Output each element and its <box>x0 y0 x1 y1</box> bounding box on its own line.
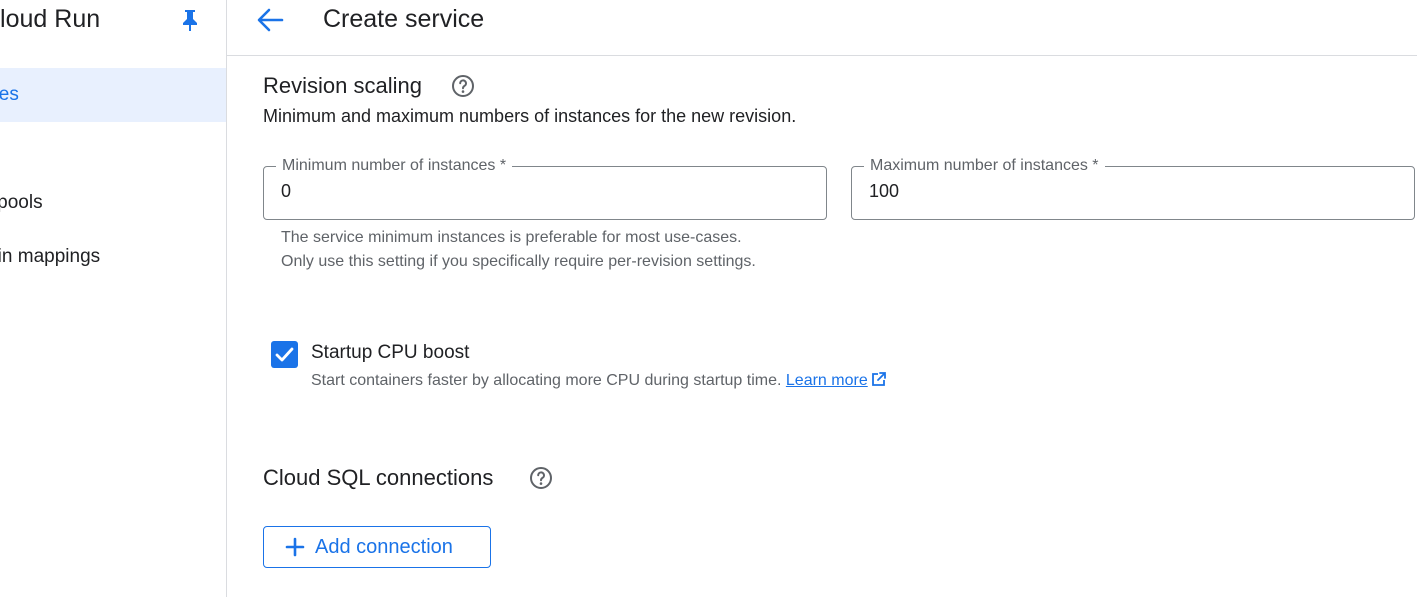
checkmark-icon <box>275 347 294 362</box>
sidebar: Cloud Run Services Worker pools Domain m… <box>0 0 227 597</box>
cloud-sql-title: Cloud SQL connections <box>263 465 494 490</box>
sidebar-item-label: Services <box>0 84 19 105</box>
help-icon[interactable] <box>529 466 553 490</box>
page-title: Create service <box>323 5 485 33</box>
plus-icon <box>285 537 305 557</box>
learn-more-link[interactable]: Learn more <box>786 372 868 389</box>
pin-icon[interactable] <box>180 8 200 32</box>
min-instances-input[interactable] <box>281 181 787 202</box>
revision-scaling-title: Revision scaling <box>263 73 422 98</box>
startup-cpu-boost-description: Start containers faster by allocating mo… <box>311 371 887 390</box>
help-icon[interactable] <box>451 74 475 98</box>
sidebar-item-domain-mappings[interactable]: Domain mappings <box>0 230 226 284</box>
startup-cpu-boost-checkbox[interactable] <box>271 341 298 368</box>
learn-more-label: Learn more <box>785 372 868 389</box>
max-instances-input[interactable] <box>869 181 1375 202</box>
add-connection-button[interactable]: Add connection <box>263 526 491 568</box>
min-instances-label: Minimum number of instances * <box>276 156 513 176</box>
max-instances-field[interactable]: Maximum number of instances * <box>851 156 1415 220</box>
revision-scaling-description: Minimum and maximum numbers of instances… <box>263 106 797 126</box>
sidebar-title: Cloud Run <box>0 5 101 33</box>
startup-cpu-boost-description-text: Start containers faster by allocating mo… <box>311 372 782 389</box>
page-header: Create service <box>227 0 1417 56</box>
arrow-back-icon[interactable] <box>255 6 285 34</box>
min-instances-field[interactable]: Minimum number of instances * <box>263 156 827 220</box>
external-link-icon[interactable] <box>871 371 887 387</box>
sidebar-item-label: Domain mappings <box>0 246 101 267</box>
sidebar-item-services[interactable]: Services <box>0 68 226 122</box>
sidebar-item-worker-pools[interactable]: Worker pools <box>0 176 226 230</box>
sidebar-item-label: Worker pools <box>0 192 43 213</box>
max-instances-label: Maximum number of instances * <box>864 156 1105 176</box>
min-instances-hint: The service minimum instances is prefera… <box>281 229 756 270</box>
add-connection-label: Add connection <box>315 536 453 558</box>
startup-cpu-boost-label[interactable]: Startup CPU boost <box>311 342 469 364</box>
